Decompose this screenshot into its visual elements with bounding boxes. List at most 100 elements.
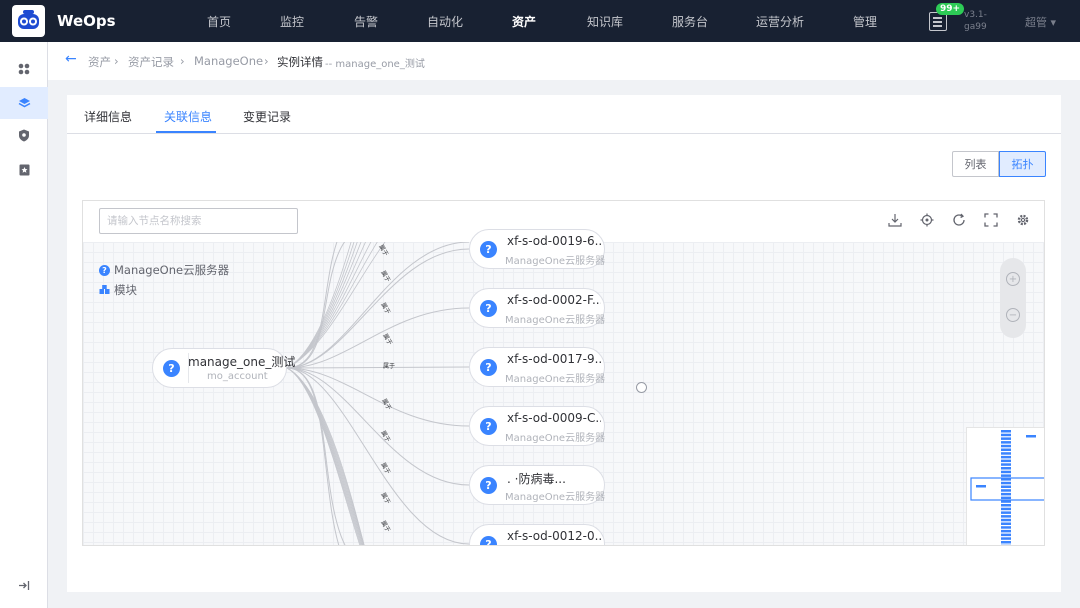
sidebar-expand-toggle[interactable] bbox=[0, 569, 48, 601]
minimap-node bbox=[1001, 452, 1011, 455]
download-icon[interactable] bbox=[886, 211, 904, 229]
nav-item-1[interactable]: 监控 bbox=[280, 13, 304, 30]
edge-label: 属于 bbox=[379, 492, 391, 506]
node-name: xf-s-od-0019-6... bbox=[507, 234, 601, 248]
robot-logo-icon[interactable] bbox=[12, 5, 45, 37]
minimap-node bbox=[1001, 507, 1011, 511]
relation-edge bbox=[286, 367, 364, 545]
grid-icon bbox=[18, 63, 30, 75]
minimap-node bbox=[1001, 459, 1011, 463]
node-search-input[interactable] bbox=[99, 208, 298, 234]
sidebar-item-dashboard[interactable] bbox=[0, 53, 48, 85]
minimap-node bbox=[1026, 435, 1036, 438]
nav-item-2[interactable]: 告警 bbox=[354, 13, 378, 30]
edge-label: 属于 bbox=[379, 520, 391, 534]
question-mark-icon: ? bbox=[480, 300, 497, 317]
topology-node-child[interactable]: ? . ·防病毒... ManageOne云服务器 bbox=[469, 465, 605, 505]
node-name: xf-s-od-0017-9... bbox=[507, 352, 601, 366]
relation-edge bbox=[286, 367, 362, 545]
zoom-controls: + − bbox=[1000, 258, 1026, 338]
nav-item-7[interactable]: 运营分析 bbox=[756, 13, 804, 30]
minimap-node bbox=[1001, 441, 1011, 444]
nav-item-3[interactable]: 自动化 bbox=[427, 13, 463, 30]
topology-node-center[interactable]: ? manage_one_测试 mo_account bbox=[152, 348, 295, 388]
minimap-node bbox=[1001, 511, 1011, 514]
node-name: xf-s-od-0012-0... bbox=[507, 529, 601, 543]
tab-divider bbox=[67, 133, 1061, 134]
minimap-node bbox=[1001, 485, 1011, 488]
minimap-node bbox=[1001, 489, 1011, 492]
topology-node-child[interactable]: ? xf-s-od-0002-F... ManageOne云服务器 bbox=[469, 288, 605, 328]
topology-canvas[interactable]: 属于 属于 属于 属于 属于 属于 属于 属于 属于 属于 ? ManageOne云服务器 模块 … bbox=[83, 229, 1044, 545]
chevron-right-icon: › bbox=[180, 54, 185, 68]
locate-icon[interactable] bbox=[918, 211, 936, 229]
topology-node-child[interactable]: ? xf-s-od-0017-9... ManageOne云服务器 bbox=[469, 347, 605, 387]
sidebar-item-assets[interactable] bbox=[0, 87, 48, 119]
node-name: xf-s-od-0009-C... bbox=[507, 411, 601, 425]
back-arrow-icon[interactable]: ← bbox=[65, 51, 77, 67]
breadcrumb-item-records[interactable]: 资产记录 bbox=[128, 54, 174, 70]
tab-details[interactable]: 详细信息 bbox=[84, 108, 132, 125]
layers-icon bbox=[18, 98, 30, 108]
chevron-right-icon: › bbox=[114, 54, 119, 68]
top-navigation-bar: WeOps 首页 监控 告警 自动化 资产 知识库 服务台 运营分析 管理 99+ v3.1- g… bbox=[0, 0, 1080, 42]
topology-node-child[interactable]: ? xf-s-od-0009-C... ManageOne云服务器 bbox=[469, 406, 605, 446]
node-name: manage_one_测试 bbox=[188, 355, 296, 369]
question-mark-icon: ? bbox=[480, 477, 497, 494]
legend-item-module[interactable]: 模块 bbox=[99, 282, 137, 298]
question-mark-icon: ? bbox=[480, 536, 497, 545]
minimap-node bbox=[1001, 433, 1011, 437]
gear-icon[interactable] bbox=[1014, 211, 1032, 229]
node-type: ManageOne云服务器 bbox=[505, 256, 606, 267]
minimap-node bbox=[1001, 515, 1011, 518]
minimap-node bbox=[1001, 474, 1011, 477]
minimap-node bbox=[1001, 518, 1011, 522]
breadcrumb: ← 资产 › 资产记录 › ManageOne › 实例详情 -- manage… bbox=[48, 42, 1080, 80]
minimap-node bbox=[1001, 526, 1011, 529]
node-type: ManageOne云服务器 bbox=[505, 433, 606, 444]
zoom-in-icon[interactable]: + bbox=[1006, 272, 1020, 286]
relation-edge bbox=[286, 367, 365, 545]
minimap-node bbox=[1001, 500, 1011, 503]
list-view-button[interactable]: 列表 bbox=[952, 151, 999, 177]
question-mark-icon: ? bbox=[480, 418, 497, 435]
fullscreen-icon[interactable] bbox=[982, 211, 1000, 229]
user-menu[interactable]: 超管 ▾ bbox=[1025, 14, 1056, 30]
topology-node-child[interactable]: ?xf-s-od-0012-0...ManageOne云服务器 bbox=[469, 524, 605, 545]
zoom-out-icon[interactable]: − bbox=[1006, 308, 1020, 322]
view-toggle: 列表 拓扑 bbox=[952, 151, 1046, 177]
version-label: v3.1- ga99 bbox=[964, 10, 987, 32]
breadcrumb-item-manageone[interactable]: ManageOne bbox=[194, 54, 263, 68]
minimap-node bbox=[1001, 533, 1011, 537]
edge-label: 属于 bbox=[381, 333, 393, 347]
nav-item-0[interactable]: 首页 bbox=[207, 13, 231, 30]
sidebar-item-security[interactable] bbox=[0, 119, 48, 151]
app-name: WeOps bbox=[57, 12, 116, 30]
minimap-node bbox=[1001, 522, 1011, 525]
nav-item-4[interactable]: 资产 bbox=[512, 13, 536, 30]
nav-item-5[interactable]: 知识库 bbox=[587, 13, 623, 30]
tab-relations[interactable]: 关联信息 bbox=[164, 108, 212, 125]
minimap-node bbox=[1001, 496, 1011, 500]
topology-node-child[interactable]: ? xf-s-od-0019-6... ManageOne云服务器 bbox=[469, 229, 605, 269]
legend-item-cloud-server[interactable]: ? ManageOne云服务器 bbox=[99, 262, 229, 278]
nav-item-6[interactable]: 服务台 bbox=[672, 13, 708, 30]
sidebar-item-bookmarks[interactable] bbox=[0, 154, 48, 186]
topology-view-button[interactable]: 拓扑 bbox=[999, 151, 1046, 177]
nav-item-8[interactable]: 管理 bbox=[853, 13, 877, 30]
refresh-icon[interactable] bbox=[950, 211, 968, 229]
canvas-anchor-point[interactable] bbox=[636, 382, 647, 393]
module-icon bbox=[99, 285, 110, 294]
minimap-node bbox=[1001, 448, 1011, 451]
node-type: ManageOne云服务器 bbox=[505, 492, 606, 503]
node-type: ManageOne云服务器 bbox=[505, 315, 606, 326]
breadcrumb-instance-name: -- manage_one_测试 bbox=[325, 59, 425, 70]
minimap-node bbox=[1001, 541, 1011, 544]
topology-minimap[interactable] bbox=[966, 427, 1044, 545]
edge-label: 属于 bbox=[380, 398, 392, 412]
minimap-node bbox=[1001, 537, 1011, 540]
node-type: mo_account bbox=[207, 371, 268, 382]
tab-change-log[interactable]: 变更记录 bbox=[243, 108, 291, 125]
breadcrumb-item-assets[interactable]: 资产 bbox=[88, 54, 111, 70]
relation-edge bbox=[286, 242, 352, 369]
